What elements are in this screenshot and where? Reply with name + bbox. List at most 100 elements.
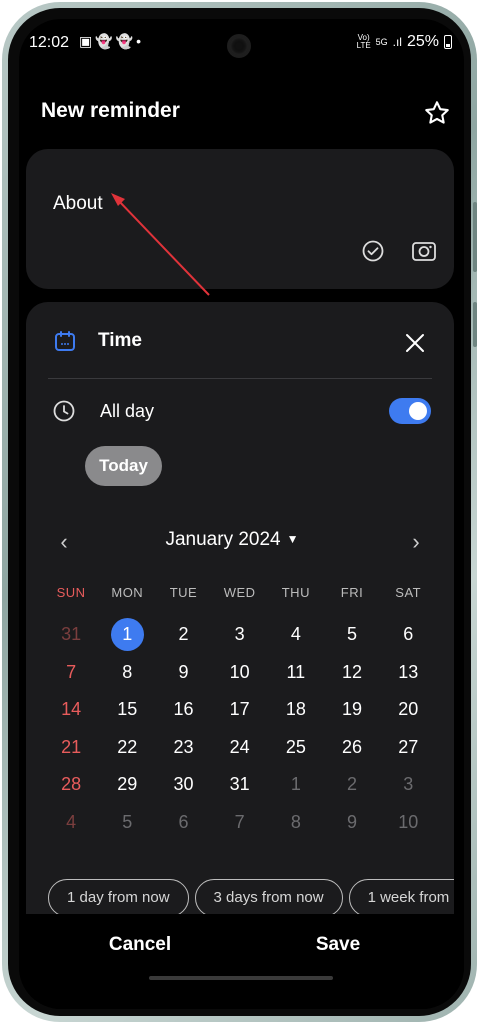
calendar-day[interactable]: 24 [212,737,268,758]
calendar-day[interactable]: 2 [324,774,380,795]
calendar-day[interactable]: 30 [155,774,211,795]
calendar-day[interactable]: 6 [380,624,436,645]
calendar-day[interactable]: 31 [212,774,268,795]
gallery-icon: ▣ [79,33,96,49]
calendar-day[interactable]: 14 [43,699,99,720]
calendar-day[interactable]: 27 [380,737,436,758]
calendar-day[interactable]: 15 [99,699,155,720]
star-icon[interactable] [423,99,451,127]
calendar-day[interactable]: 8 [99,662,155,683]
battery-icon [444,35,452,49]
home-indicator [149,976,333,980]
calendar-week-row: 14 15 16 17 18 19 20 [43,691,443,729]
weekday-wed: WED [223,585,256,600]
today-button[interactable]: Today [85,446,162,486]
calendar-day[interactable]: 3 [380,774,436,795]
calendar-day[interactable]: 9 [155,662,211,683]
calendar-day[interactable]: 26 [324,737,380,758]
status-time: 12:02 [29,34,70,51]
calendar-day[interactable]: 22 [99,737,155,758]
reminder-title-input[interactable]: About [53,193,103,215]
calendar-day[interactable]: 13 [380,662,436,683]
dot-icon: • [136,33,145,49]
time-panel: Time All day Today ‹ January 2024 ▼ › SUN… [26,302,454,942]
calendar-day[interactable]: 20 [380,699,436,720]
weekday-sun: SUN [56,585,86,600]
cancel-button[interactable]: Cancel [80,934,200,956]
calendar-day[interactable]: 8 [268,812,324,833]
calendar-week-row: 4 5 6 7 8 9 10 [43,804,443,842]
calendar-day[interactable]: 6 [155,812,211,833]
calendar-day[interactable]: 19 [324,699,380,720]
calendar-day[interactable]: 18 [268,699,324,720]
quick-date-chip[interactable]: 1 week from now [348,879,454,917]
signal-icon: .ıl [392,35,402,49]
calendar-day[interactable]: 5 [99,812,155,833]
calendar-day[interactable]: 16 [155,699,211,720]
checklist-icon[interactable] [361,239,385,263]
calendar-day[interactable]: 7 [212,812,268,833]
all-day-label: All day [100,401,155,421]
calendar-day[interactable]: 10 [380,812,436,833]
calendar-day[interactable]: 31 [43,624,99,645]
month-label: January 2024 [165,529,281,550]
volte-icon: Vo) LTE [356,33,371,50]
calendar-week-row: 28 29 30 31 1 2 3 [43,766,443,804]
calendar-grid: 31 1 2 3 4 5 6 7 8 9 10 11 12 13 14 15 16 17 18 19 20 21 22 23 2… [43,616,443,841]
snapchat-icon: 👻 [115,33,137,49]
footer-bar: Cancel Save [19,914,464,1009]
calendar-day[interactable]: 2 [155,624,211,645]
calendar-day[interactable]: 25 [268,737,324,758]
quick-date-chip[interactable]: 3 days from now [194,879,343,917]
screen: 12:02 ▣👻👻• Vo) LTE 5G .ıl 25% New remind… [19,19,464,1009]
calendar-day[interactable]: 7 [43,662,99,683]
network-label: 5G [375,37,388,47]
calendar-day[interactable]: 11 [268,662,324,683]
front-camera [227,34,251,58]
calendar-day[interactable]: 1 [268,774,324,795]
clock-icon [53,400,75,422]
dropdown-caret-icon: ▼ [286,532,299,546]
calendar-week-row: 21 22 23 24 25 26 27 [43,729,443,767]
image-icon[interactable] [411,239,437,263]
calendar-day[interactable]: 12 [324,662,380,683]
calendar-week-row: 7 8 9 10 11 12 13 [43,654,443,692]
calendar-day[interactable]: 23 [155,737,211,758]
volume-button [473,202,477,272]
save-button[interactable]: Save [278,934,398,956]
battery-percent: 25% [406,33,439,50]
phone-frame: 12:02 ▣👻👻• Vo) LTE 5G .ıl 25% New remind… [2,2,477,1022]
calendar-icon [55,331,75,351]
snapchat-icon: 👻 [95,33,116,49]
weekday-sat: SAT [395,585,422,600]
close-icon[interactable] [404,332,426,354]
previous-month-button[interactable]: ‹ [54,529,74,555]
calendar-day[interactable]: 9 [324,812,380,833]
toggle-knob [409,402,427,420]
calendar-day[interactable]: 28 [43,774,99,795]
calendar-day[interactable]: 3 [212,624,268,645]
calendar-day[interactable]: 17 [212,699,268,720]
calendar-day[interactable]: 10 [212,662,268,683]
power-button [473,302,477,347]
divider [48,378,432,379]
calendar-week-row: 31 1 2 3 4 5 6 [43,616,443,654]
weekday-header: SUN MON TUE WED THU FRI SAT [43,585,443,600]
calendar-day[interactable]: 5 [324,624,380,645]
weekday-thu: THU [281,585,310,600]
calendar-day-selected[interactable]: 1 [99,618,155,652]
month-selector[interactable]: January 2024 ▼ [126,529,338,551]
calendar-day[interactable]: 21 [43,737,99,758]
weekday-mon: MON [111,585,144,600]
time-section-label: Time [98,330,143,351]
next-month-button[interactable]: › [406,529,426,555]
calendar-day[interactable]: 29 [99,774,155,795]
calendar-day[interactable]: 4 [43,812,99,833]
weekday-tue: TUE [169,585,198,600]
quick-date-chip[interactable]: 1 day from now [48,879,189,917]
weekday-fri: FRI [340,585,364,600]
calendar-day[interactable]: 4 [268,624,324,645]
reminder-card: About [26,149,454,289]
all-day-toggle[interactable] [389,398,431,424]
status-bar: 12:02 ▣👻👻• Vo) LTE 5G .ıl 25% [19,19,464,63]
